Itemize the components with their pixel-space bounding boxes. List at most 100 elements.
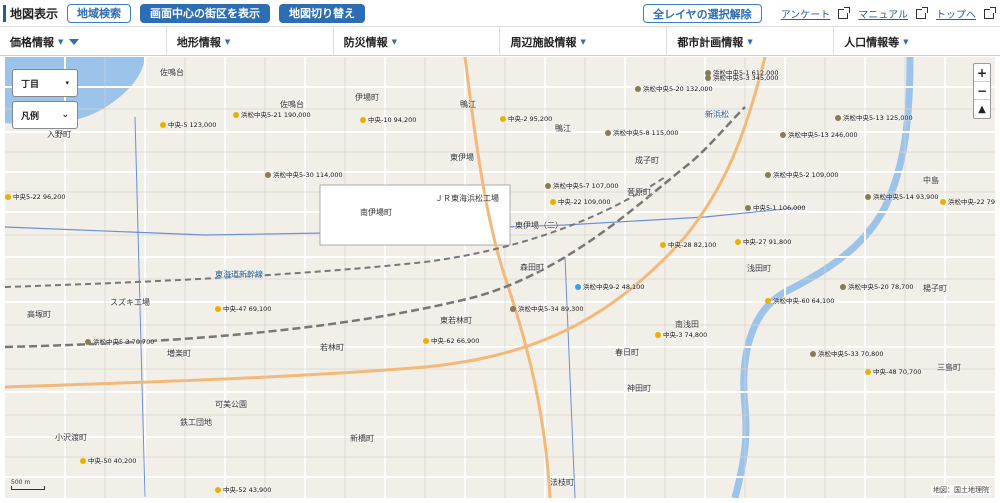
price-marker[interactable]: 浜松中央5-34 89,300 (510, 303, 584, 313)
price-marker[interactable]: 浜松中央5-20 78,700 (840, 281, 914, 291)
switch-map-button[interactable]: 地図切り替え (279, 3, 366, 23)
price-marker[interactable]: 浜松中央5-14 93,900 (865, 191, 939, 201)
map-canvas[interactable]: 丁目 ▾ 凡例 ⌄ + − ▲ 佐鳴台 入野町 佐鳴台 伊場町 鴨江 鴨江 東伊場 … (5, 57, 995, 498)
price-marker[interactable]: 中央5-22 96,200 (5, 191, 66, 201)
place-label: 新橋町 (350, 434, 374, 443)
price-marker[interactable]: 浜松中央5-3 70,700 (85, 336, 154, 346)
place-label: 浅田町 (747, 264, 771, 273)
chome-select-label: 丁目 (21, 79, 40, 90)
caret-down-icon: ▼ (58, 37, 64, 46)
place-label: スズキ工場 (110, 298, 150, 307)
price-marker-label: 中央-62 66,900 (431, 337, 480, 345)
price-marker[interactable]: 中央-62 66,900 (423, 335, 479, 345)
price-marker[interactable]: 浜松中央5-30 114,000 (265, 169, 343, 179)
place-label: 成子町 (635, 156, 659, 165)
price-point-dot (233, 112, 239, 118)
external-link-icon (838, 6, 851, 19)
caret-down-icon: ▼ (580, 37, 586, 46)
price-point-dot (635, 86, 641, 92)
tab-facilities-info[interactable]: 周辺施設情報 ▼ (500, 27, 668, 56)
survey-link-label: アンケート (780, 10, 831, 21)
scale-bar: 500 m (11, 479, 45, 490)
place-label: ＪＲ東海浜松工場 (435, 194, 499, 203)
price-marker[interactable]: 中央-48 70,700 (865, 366, 921, 376)
price-point-dot (865, 194, 871, 200)
legend-toggle[interactable]: 凡例 ⌄ (12, 101, 78, 129)
top-link-label: トップへ (936, 10, 976, 21)
price-point-dot (550, 199, 556, 205)
price-point-dot (655, 332, 661, 338)
price-point-dot (510, 306, 516, 312)
tab-population-info[interactable]: 人口情報等 ▼ (834, 27, 1000, 56)
price-marker[interactable]: 中央-52 43,900 (215, 484, 271, 494)
clear-layers-button[interactable]: 全レイヤの選択解除 (643, 4, 762, 23)
price-point-dot (745, 205, 751, 211)
price-point-dot (810, 351, 816, 357)
north-arrow-button[interactable]: ▲ (974, 100, 990, 118)
place-label: 楊子町 (923, 284, 947, 293)
manual-link[interactable]: マニュアル (858, 6, 928, 21)
caret-down-icon: ▼ (391, 37, 398, 46)
price-marker[interactable]: 浜松中央-22 79,4 (940, 196, 995, 206)
price-marker[interactable]: 浜松中央5-8 115,000 (605, 127, 679, 137)
price-marker-label: 浜松中央5-20 78,700 (848, 283, 914, 291)
price-marker[interactable]: 浜松中央5-2 109,000 (765, 169, 839, 179)
chome-select[interactable]: 丁目 ▾ (12, 69, 78, 97)
map-base-layer (5, 57, 995, 498)
place-label: 入野町 (47, 130, 71, 139)
place-label: 南伊場町 (360, 208, 392, 217)
zoom-in-button[interactable]: + (974, 64, 990, 82)
price-marker-label: 中央-47 69,100 (223, 305, 272, 313)
price-marker-label: 浜松中央-22 79,4 (948, 198, 995, 206)
price-marker-label: 浜松中央5-7 107,000 (553, 182, 619, 190)
price-marker[interactable]: 中央-2 95,200 (500, 113, 552, 123)
top-link[interactable]: トップへ (936, 6, 996, 21)
external-link-icon (916, 6, 928, 19)
price-marker[interactable]: 浜松中央5-20 132,000 (635, 83, 713, 93)
price-marker-label: 中央-48 70,700 (873, 368, 922, 376)
price-marker[interactable]: 中央-28 82,100 (660, 239, 716, 249)
map-credit: 地図：国土地理院 (931, 485, 991, 495)
filter-funnel-icon[interactable] (69, 38, 80, 45)
price-marker[interactable]: 中央-27 91,800 (735, 236, 791, 246)
tab-price-info[interactable]: 価格情報 ▼ (0, 27, 167, 56)
place-label: 森田町 (520, 263, 544, 272)
show-center-block-button[interactable]: 画面中心の街区を表示 (140, 3, 271, 23)
price-marker-label: 中央-5 123,000 (168, 121, 217, 129)
tab-disaster-info[interactable]: 防災情報 ▼ (334, 27, 501, 56)
price-marker-label: 中央-50 40,200 (88, 457, 137, 465)
price-marker[interactable]: 中央-10 94,200 (360, 114, 416, 124)
price-marker[interactable]: 浜松中央5-7 107,000 (545, 180, 619, 190)
area-search-button[interactable]: 地域検索 (67, 3, 132, 23)
price-point-dot (215, 487, 221, 493)
place-label: 小沢渡町 (55, 433, 87, 442)
price-marker[interactable]: 浜松中央-60 64,100 (765, 295, 834, 305)
price-marker[interactable]: 浜松中央5-13 125,000 (835, 112, 913, 122)
price-marker[interactable]: 中央-5 123,000 (160, 119, 216, 129)
zoom-out-button[interactable]: − (974, 82, 990, 100)
price-marker[interactable]: 中央5-1 106,000 (745, 202, 806, 212)
price-marker[interactable]: 中央-47 69,100 (215, 303, 271, 313)
place-label: 増楽町 (167, 349, 191, 358)
price-marker[interactable]: 中央-50 40,200 (80, 455, 136, 465)
tab-urban-planning-info[interactable]: 都市計画情報 ▼ (667, 27, 835, 56)
price-point-dot (735, 239, 741, 245)
price-marker[interactable]: 浜松中央5-3 345,000 (705, 72, 779, 82)
place-label: 鴨江 (555, 124, 571, 133)
place-label: 東伊場（二） (515, 221, 563, 230)
price-marker[interactable]: 浜松中央9-2 48,100 (575, 281, 644, 291)
price-marker[interactable]: 浜松中央5-33 70,800 (810, 348, 884, 358)
price-point-dot (5, 194, 11, 200)
price-marker-label: 中央-52 43,900 (223, 486, 272, 494)
price-marker[interactable]: 中央-3 74,800 (655, 329, 707, 339)
place-label: 法枝町 (550, 478, 574, 487)
place-label: 伊場町 (355, 93, 379, 102)
tab-terrain-info[interactable]: 地形情報 ▼ (167, 27, 334, 56)
price-marker[interactable]: 浜松中央5-13 246,000 (780, 129, 858, 139)
price-marker[interactable]: 浜松中央5-21 190,000 (233, 109, 311, 119)
tab-label: 周辺施設情報 (510, 35, 577, 49)
price-marker[interactable]: 中央-22 109,000 (550, 196, 611, 206)
survey-link[interactable]: アンケート (780, 6, 851, 21)
caret-down-icon: ▼ (747, 37, 753, 46)
price-marker-label: 浜松中央5-13 125,000 (843, 114, 913, 122)
